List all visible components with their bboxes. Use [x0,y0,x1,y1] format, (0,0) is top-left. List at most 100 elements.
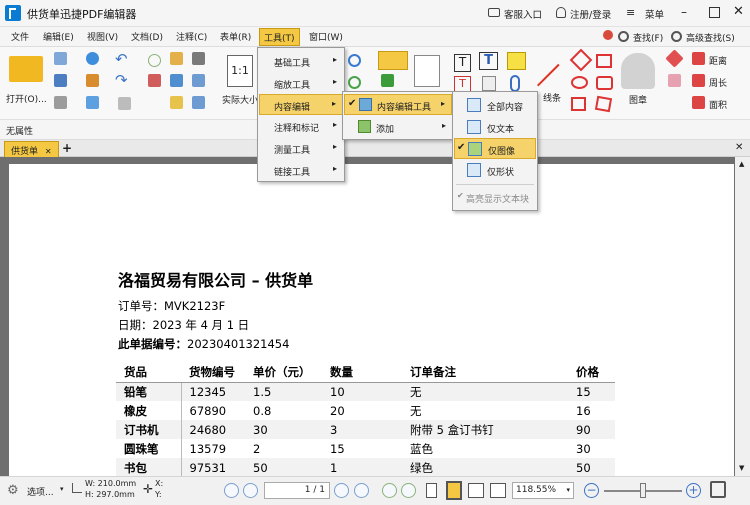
new-icon[interactable] [54,52,67,65]
open-folder-icon[interactable] [9,56,43,82]
edit-image-icon[interactable] [378,51,408,70]
scroll-up-icon[interactable] [603,30,613,40]
service-link[interactable]: 客服入口 [504,7,542,21]
maximize-icon[interactable] [709,7,720,18]
polyline-icon[interactable] [594,95,613,113]
menu-button[interactable]: 菜单 [645,7,664,21]
area-button[interactable]: 面积 [709,98,727,111]
menu-tools[interactable]: 工具(T) [259,28,300,46]
continuous-page-icon[interactable] [446,481,462,500]
menu-item-content-edit-tool[interactable]: ✔ 内容编辑工具 ▸ [344,94,452,115]
menu-item-image-only[interactable]: ✔ 仅图像 [454,138,536,159]
back-icon[interactable] [148,54,161,67]
pdf-icon[interactable] [148,74,161,87]
rotate-icon[interactable] [348,76,361,89]
page-number-input[interactable]: 1 / 1 [264,482,330,499]
menu-form[interactable]: 表单(R) [220,30,251,43]
zoom-level-select[interactable]: 118.55% ▾ [512,482,574,499]
menu-item-shape-only[interactable]: 仅形状 [454,160,536,181]
arrow-icon[interactable] [569,48,593,72]
document-page[interactable]: 洛福贸易有限公司 – 供货单 订单号：MVK2123F 日期：2023 年 4 … [9,164,734,477]
clipboard-icon[interactable] [118,97,131,110]
menu-item-measure-tools[interactable]: 测量工具 ▸ [259,138,343,159]
eraser-icon[interactable] [668,74,681,87]
menu-item-link-tools[interactable]: 链接工具 ▸ [259,160,343,181]
ellipse-icon[interactable] [571,76,588,89]
area-icon[interactable] [692,96,705,109]
zoom-in-status-icon[interactable]: + [686,483,701,498]
email-icon[interactable] [86,74,99,87]
print-icon[interactable] [54,96,67,109]
perimeter-icon[interactable] [692,74,705,87]
fullscreen-icon[interactable] [710,481,726,498]
continuous-facing-icon[interactable] [490,483,506,498]
tab-document[interactable]: 供货单 ✕ [4,141,59,157]
minimize-icon[interactable]: – [681,5,687,19]
open-button[interactable]: 打开(O)... [6,92,47,105]
typewriter-icon[interactable]: T [479,52,498,70]
menu-document[interactable]: 文档(D) [131,30,163,43]
textfield-icon[interactable] [482,76,496,91]
camera-icon[interactable] [192,52,205,65]
user-icon[interactable] [556,7,566,18]
redo-icon[interactable]: ↷ [115,71,128,89]
pencil-icon[interactable] [665,49,684,68]
new-tab-icon[interactable]: + [62,141,72,155]
select-icon[interactable] [192,74,205,87]
next-page-button[interactable] [334,483,349,498]
distance-button[interactable]: 距离 [709,54,727,67]
previous-page-button[interactable] [243,483,258,498]
note-icon[interactable] [170,96,183,109]
actual-size-button[interactable]: 实际大小 [222,93,258,106]
menu-view[interactable]: 视图(V) [87,30,118,43]
find-button[interactable]: 查找(F) [633,31,663,44]
last-page-button[interactable] [354,483,369,498]
zoom-out-icon[interactable]: − [584,483,599,498]
gear-icon[interactable]: ⚙ [7,483,19,498]
scroll-down-arrow-icon[interactable]: ▼ [739,464,744,472]
undo-icon[interactable]: ↶ [115,50,128,68]
chat-icon[interactable] [488,8,500,17]
menu-item-basic-tools[interactable]: 基础工具 ▸ [259,51,343,72]
single-page-icon[interactable] [426,483,437,498]
options-button[interactable]: 选项... [27,485,54,498]
vertical-scrollbar[interactable]: ▲ ▼ [735,157,750,476]
stamp-icon[interactable] [621,53,655,89]
menu-comment[interactable]: 注释(C) [176,30,207,43]
sticky-note-icon[interactable] [507,52,526,70]
menu-file[interactable]: 文件 [11,30,29,43]
cloud-shape-icon[interactable] [596,76,613,90]
first-page-button[interactable] [224,483,239,498]
menu-item-text-only[interactable]: 仅文本 [454,117,536,138]
hand-icon[interactable] [170,52,183,65]
find-icon[interactable] [618,31,629,42]
lines-button[interactable]: 线条 [543,91,561,104]
cloud-icon[interactable] [86,52,99,65]
text-box-icon[interactable]: T [454,54,471,72]
stamp-button[interactable]: 图章 [629,93,647,106]
polygon-icon[interactable] [596,54,612,68]
save-icon[interactable] [54,74,67,87]
advanced-find-icon[interactable] [671,31,682,42]
facing-page-icon[interactable] [468,483,484,498]
perimeter-button[interactable]: 周长 [709,76,727,89]
menu-item-zoom-tools[interactable]: 缩放工具 ▸ [259,73,343,94]
menu-item-highlight-text-blocks[interactable]: ✔ 高亮显示文本块 [454,187,536,208]
edit-form-icon[interactable] [414,55,440,87]
document-icon[interactable] [86,96,99,109]
menu-icon[interactable]: ≡ [626,6,635,19]
zoom-slider-handle[interactable] [640,483,646,498]
menu-item-content-edit[interactable]: 内容编辑 ▸ [259,94,343,115]
rectangle-icon[interactable] [571,97,586,111]
advanced-find-button[interactable]: 高级查找(S) [686,31,735,44]
forward-view-button[interactable] [401,483,416,498]
actual-size-icon[interactable]: 1:1 [227,55,253,87]
close-document-icon[interactable]: ✕ [735,142,743,153]
menu-item-all-content[interactable]: 全部内容 [454,95,536,116]
menu-edit[interactable]: 编辑(E) [43,30,74,43]
callout-icon[interactable]: T [454,76,471,92]
text-select-icon[interactable] [170,74,183,87]
options-dropdown-icon[interactable]: ▾ [60,485,64,493]
menu-window[interactable]: 窗口(W) [309,30,343,43]
snapshot-icon[interactable] [192,96,205,109]
